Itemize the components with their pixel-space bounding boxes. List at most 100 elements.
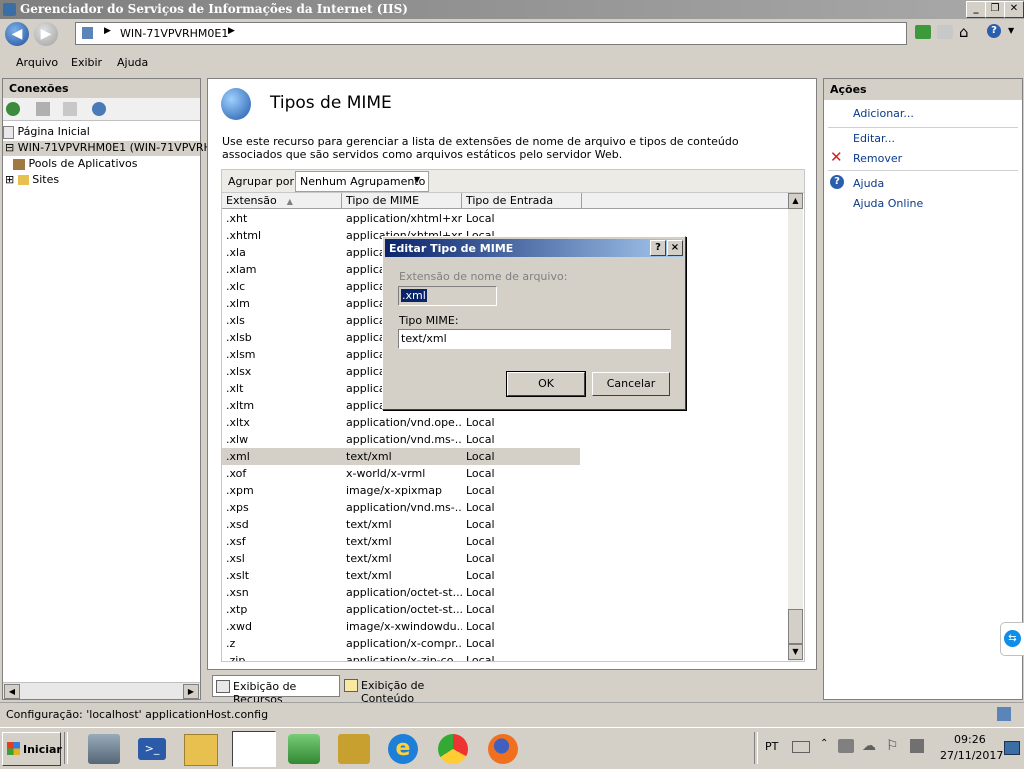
edit-mime-dialog: Editar Tipo de MIME ? × Extensão de nome… (382, 236, 686, 410)
server-manager-icon[interactable] (88, 734, 120, 764)
cell-mime-type: text/xml (346, 518, 392, 531)
save-icon[interactable] (36, 102, 50, 116)
remote-support-tab[interactable]: ⇆ (1000, 622, 1024, 656)
clock-date[interactable]: 27/11/2017 (940, 749, 1003, 762)
address-box[interactable]: ▶ WIN-71VPVRHM0E1 ▶ (75, 22, 907, 45)
table-row[interactable]: .xltx application/vnd.ope... Local (222, 414, 580, 431)
action-add[interactable]: Adicionar... (853, 107, 914, 120)
grid-vscrollbar[interactable]: ▲ ▼ (788, 193, 803, 661)
action-help[interactable]: Ajuda (853, 177, 884, 190)
table-row[interactable]: .xml text/xml Local (222, 448, 580, 465)
table-row[interactable]: .xsf text/xml Local (222, 533, 580, 550)
extension-field: .xml (398, 286, 497, 306)
mime-feature-icon (221, 88, 251, 120)
internet-explorer-icon[interactable]: e (388, 734, 418, 764)
cell-entry-type: Local (466, 603, 495, 616)
ok-button[interactable]: OK (506, 371, 586, 397)
tree-item-home[interactable]: Página Inicial (3, 125, 90, 139)
help-icon: ? (830, 175, 844, 189)
table-row[interactable]: .xslt text/xml Local (222, 567, 580, 584)
refresh-icon[interactable] (915, 25, 931, 39)
chrome-icon[interactable] (438, 734, 468, 764)
tab-features-view[interactable]: Exibição de Recursos (212, 675, 340, 706)
dialog-close-button[interactable]: × (667, 240, 683, 256)
close-button[interactable]: ✕ (1004, 1, 1024, 18)
cell-extension: .xltx (226, 416, 250, 429)
start-button[interactable]: Iniciar (2, 732, 62, 766)
network-tool-icon[interactable] (288, 734, 320, 764)
tab-content-view[interactable]: Exibição de Conteúdo (341, 675, 469, 705)
cell-entry-type: Local (466, 637, 495, 650)
action-remove[interactable]: Remover (853, 152, 902, 165)
cell-entry-type: Local (466, 467, 495, 480)
cell-extension: .xla (226, 246, 246, 259)
flag-icon[interactable]: ⚐ (886, 738, 899, 754)
forward-button[interactable]: ▶ (34, 22, 58, 46)
connections-hscrollbar[interactable]: ◀ ▶ (3, 682, 200, 699)
up-icon[interactable] (63, 102, 77, 116)
group-dropdown[interactable]: Nenhum Agrupamento ▼ (295, 171, 429, 192)
cell-mime-type: application/octet-st... (346, 586, 462, 599)
tree-item-server[interactable]: ⊟ WIN-71VPVRHM0E1 (WIN-71VPVRHM0 (3, 141, 228, 156)
table-row[interactable]: .xht application/xhtml+xml Local (222, 210, 580, 227)
cell-mime-type: text/xml (346, 569, 392, 582)
iis-manager-taskbar-icon[interactable] (232, 731, 276, 767)
menu-exibir[interactable]: Exibir (71, 56, 102, 69)
table-row[interactable]: .xsn application/octet-st... Local (222, 584, 580, 601)
maximize-button[interactable]: ❐ (985, 1, 1005, 18)
table-row[interactable]: .z application/x-compr... Local (222, 635, 580, 652)
volume-muted-icon[interactable] (838, 739, 854, 753)
table-row[interactable]: .xpm image/x-xpixmap Local (222, 482, 580, 499)
tree-item-sites[interactable]: ⊞ Sites (3, 173, 59, 186)
cancel-button[interactable]: Cancelar (592, 372, 670, 396)
cloud-icon[interactable]: ☁ (862, 738, 876, 754)
network-icon[interactable] (910, 739, 924, 753)
cell-mime-type: application/xhtml+xml (346, 212, 462, 225)
cell-extension: .xof (226, 467, 247, 480)
connect-icon[interactable] (6, 102, 20, 116)
cell-extension: .xtp (226, 603, 248, 616)
keyboard-icon[interactable] (792, 741, 810, 753)
show-desktop-button[interactable] (1004, 741, 1020, 755)
column-header-filler (582, 193, 792, 209)
table-row[interactable]: .xps application/vnd.ms-... Local (222, 499, 580, 516)
home-icon[interactable]: ⌂ (959, 23, 969, 41)
powershell-icon[interactable]: >_ (138, 738, 166, 760)
scroll-thumb[interactable] (788, 609, 803, 644)
language-indicator[interactable]: PT (765, 740, 778, 753)
table-row[interactable]: .xsd text/xml Local (222, 516, 580, 533)
help-icon[interactable]: ? (987, 24, 1001, 38)
cell-mime-type: x-world/x-vrml (346, 467, 426, 480)
disconnect-icon[interactable] (92, 102, 106, 116)
minimize-button[interactable]: _ (966, 1, 986, 18)
tree-item-app-pools[interactable]: Pools de Aplicativos (13, 157, 137, 170)
tools-icon[interactable] (338, 734, 370, 764)
column-header-entry-type[interactable]: Tipo de Entrada (462, 193, 582, 209)
action-edit[interactable]: Editar... (853, 132, 895, 145)
table-row[interactable]: .zip application/x-zip-co... Local (222, 652, 580, 661)
action-online-help[interactable]: Ajuda Online (853, 197, 923, 210)
column-header-extension[interactable]: Extensão ▲ (222, 193, 342, 209)
column-header-mime[interactable]: Tipo de MIME (342, 193, 462, 209)
tray-expand-icon[interactable]: ⌃ (820, 738, 828, 749)
explorer-icon[interactable] (184, 734, 218, 766)
cell-entry-type: Local (466, 535, 495, 548)
menu-ajuda[interactable]: Ajuda (117, 56, 148, 69)
table-row[interactable]: .xwd image/x-xwindowdu... Local (222, 618, 580, 635)
table-row[interactable]: .xtp application/octet-st... Local (222, 601, 580, 618)
back-button[interactable]: ◀ (5, 22, 29, 46)
mime-type-input[interactable]: text/xml (398, 329, 671, 349)
stop-icon[interactable] (937, 25, 953, 39)
table-row[interactable]: .xsl text/xml Local (222, 550, 580, 567)
table-row[interactable]: .xof x-world/x-vrml Local (222, 465, 580, 482)
cell-entry-type: Local (466, 586, 495, 599)
menu-arquivo[interactable]: Arquivo (16, 56, 58, 69)
table-row[interactable]: .xlw application/vnd.ms-... Local (222, 431, 580, 448)
cell-extension: .xwd (226, 620, 252, 633)
clock-time[interactable]: 09:26 (954, 733, 986, 746)
firefox-icon[interactable] (488, 734, 518, 764)
cell-extension: .xlam (226, 263, 257, 276)
breadcrumb-server[interactable]: WIN-71VPVRHM0E1 (120, 27, 228, 40)
help-dropdown-icon[interactable]: ▼ (1008, 26, 1014, 35)
dialog-help-button[interactable]: ? (650, 240, 666, 256)
